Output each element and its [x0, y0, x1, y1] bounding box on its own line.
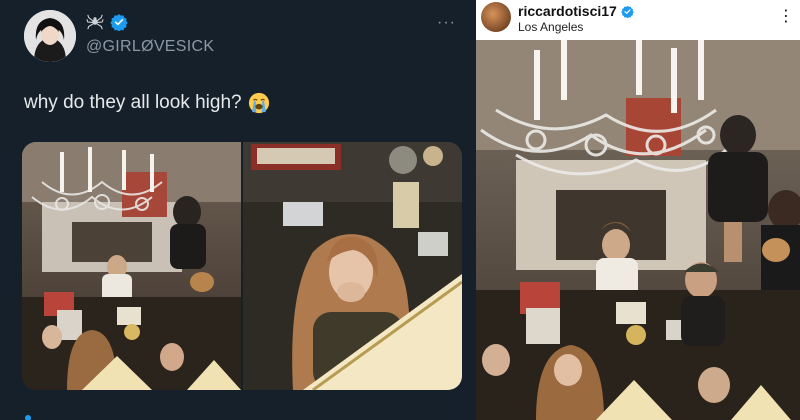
ig-avatar[interactable] [481, 2, 511, 32]
tweet-text-content: why do they all look high? [24, 92, 242, 113]
more-icon[interactable]: ··· [437, 14, 456, 32]
ig-username[interactable]: riccardotisci17 [518, 3, 617, 19]
more-icon[interactable]: ⋮ [778, 6, 795, 26]
tweet-photo-1[interactable] [22, 142, 241, 390]
instagram-post: riccardotisci17 Los Angeles ⋮ [476, 0, 800, 420]
tweet-card: @GIRLØVESICK ··· why do they all look hi… [0, 0, 476, 420]
tweet-text: why do they all look high? [24, 92, 270, 114]
sob-emoji-icon [248, 92, 269, 114]
spider-icon [86, 14, 104, 30]
tweet-photo-2[interactable] [243, 142, 462, 390]
ig-location[interactable]: Los Angeles [518, 20, 583, 34]
tweet-media[interactable] [22, 142, 462, 390]
ig-photo[interactable] [476, 40, 800, 420]
user-avatar[interactable] [24, 10, 76, 62]
tweet-footer-hint [25, 415, 31, 420]
verified-icon [621, 5, 634, 18]
verified-icon [110, 14, 128, 31]
user-handle[interactable]: @GIRLØVESICK [86, 38, 214, 56]
ig-user-row[interactable]: riccardotisci17 [518, 3, 634, 19]
display-name-row[interactable] [86, 13, 128, 31]
